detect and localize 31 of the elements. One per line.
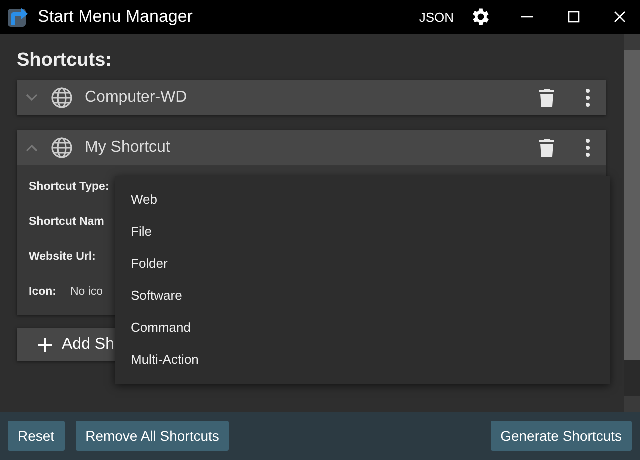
trash-icon[interactable] [539,88,555,108]
section-heading: Shortcuts: [17,50,113,72]
field-value: No ico [70,286,104,298]
window-title: Start Menu Manager [38,7,194,27]
field-label: Icon: [29,286,56,298]
app-logo-icon [7,6,29,28]
shortcut-header[interactable]: My Shortcut [17,130,606,165]
settings-icon[interactable] [470,6,492,28]
more-options-icon[interactable] [585,88,591,108]
field-label: Website Url: [29,251,96,263]
maximize-icon[interactable] [568,11,580,23]
shortcut-header[interactable]: Computer-WD [17,80,606,115]
generate-shortcuts-button[interactable]: Generate Shortcuts [490,421,632,451]
dropdown-option[interactable]: Folder [115,248,610,280]
globe-icon [51,86,73,108]
shortcut-name: My Shortcut [85,138,172,156]
dropdown-option[interactable]: Web [115,184,610,216]
json-button[interactable]: JSON [419,10,454,24]
close-icon[interactable] [614,11,626,23]
field-label: Shortcut Nam [29,216,104,228]
globe-icon [51,136,73,158]
footer-button[interactable]: Remove All Shortcuts [76,421,230,451]
trash-icon[interactable] [539,138,555,158]
more-options-icon[interactable] [585,138,591,158]
dropdown-option[interactable]: File [115,216,610,248]
shortcut-name: Computer-WD [85,88,188,106]
field-label: Shortcut Type: [29,181,110,193]
footer-button[interactable]: Reset [8,421,65,451]
dropdown-option[interactable]: Software [115,280,610,312]
plus-icon [38,338,52,352]
scrollbar[interactable] [624,34,640,412]
